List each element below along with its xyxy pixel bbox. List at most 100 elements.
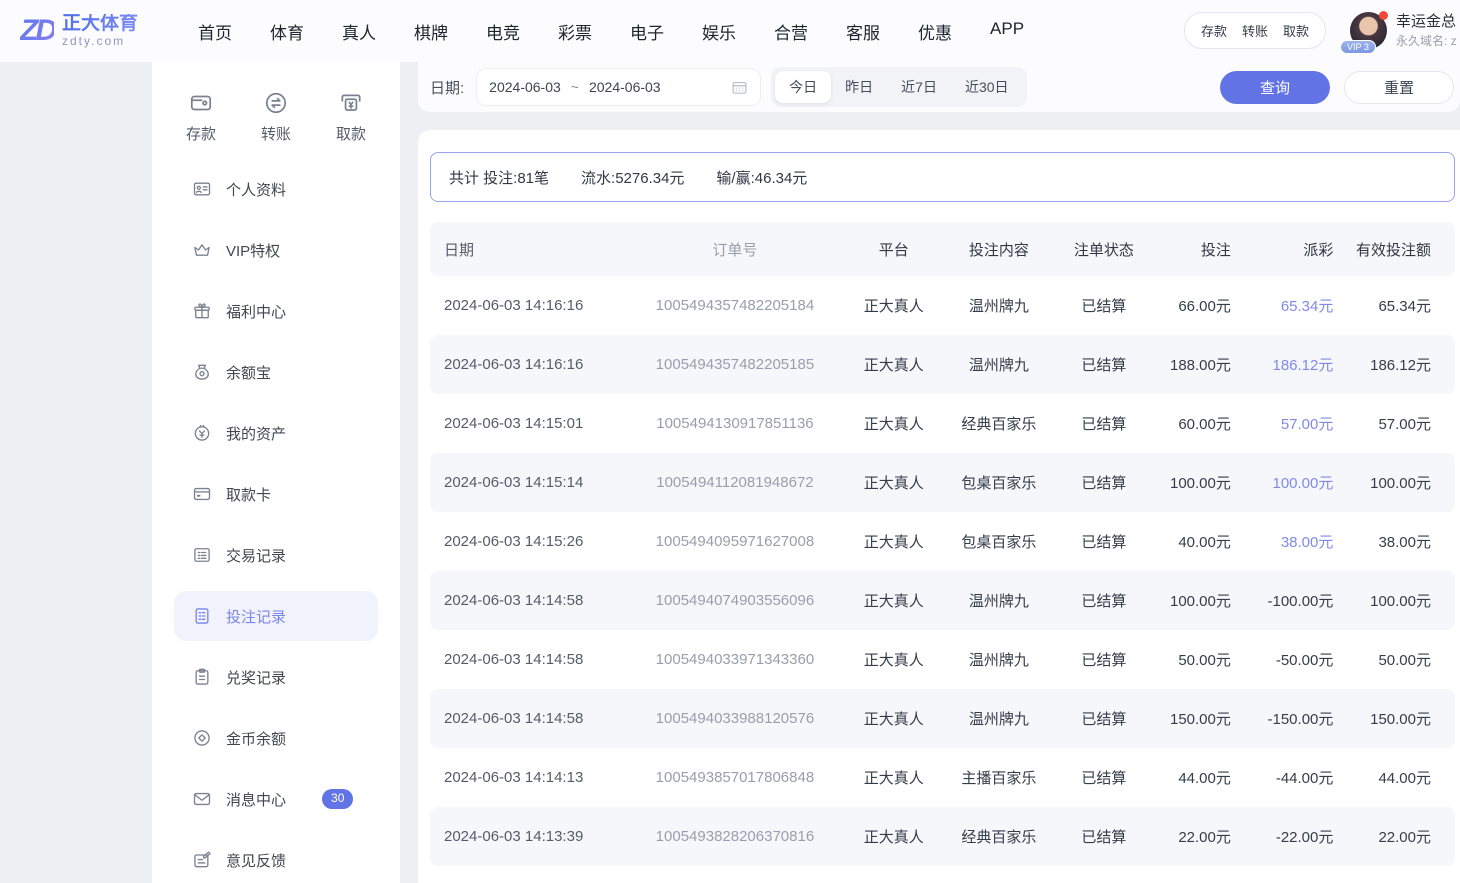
cell-order: 1005494033971343360 bbox=[625, 630, 845, 689]
nav-service[interactable]: 客服 bbox=[846, 19, 880, 44]
cell-content: 温州牌九 bbox=[943, 630, 1056, 689]
cell-payout[interactable]: 186.12元 bbox=[1245, 335, 1348, 394]
cell-date: 2024-06-03 14:15:01 bbox=[430, 394, 625, 453]
user-block[interactable]: VIP 3 幸运金总 永久域名: z bbox=[1350, 11, 1460, 50]
pill-withdraw-button[interactable]: 取款 bbox=[1283, 21, 1309, 40]
wallet-pill: 存款 转账 取款 bbox=[1184, 12, 1326, 49]
cell-order: 1005493828206370816 bbox=[625, 807, 845, 866]
cell-content: 经典百家乐 bbox=[943, 807, 1056, 866]
quick-last7-button[interactable]: 近7日 bbox=[887, 71, 951, 103]
cell-date: 2024-06-03 14:14:58 bbox=[430, 571, 625, 630]
cell-bet: 60.00元 bbox=[1153, 394, 1245, 453]
cell-bet: 50.00元 bbox=[1153, 630, 1245, 689]
sidebar-item-feedback[interactable]: 意见反馈 bbox=[174, 835, 378, 883]
cell-bet: 40.00元 bbox=[1153, 512, 1245, 571]
coin-icon bbox=[192, 728, 212, 748]
cell-platform: 正大真人 bbox=[845, 689, 942, 748]
cell-platform: 正大真人 bbox=[845, 394, 942, 453]
cell-content: 温州牌九 bbox=[943, 571, 1056, 630]
sidebar-item-profile[interactable]: 个人资料 bbox=[174, 164, 378, 214]
cell-payout[interactable]: 100.00元 bbox=[1245, 453, 1348, 512]
cell-order: 1005494033988120576 bbox=[625, 689, 845, 748]
search-button[interactable]: 查询 bbox=[1220, 71, 1330, 104]
cell-payout[interactable]: 38.00元 bbox=[1245, 512, 1348, 571]
sidebar-item-welfare[interactable]: 福利中心 bbox=[174, 286, 378, 336]
nav-app[interactable]: APP bbox=[990, 19, 1024, 44]
notification-dot bbox=[1379, 11, 1388, 20]
page-layout: 存款 转账 取款 个人资料 VIP特权 bbox=[0, 62, 1460, 883]
cell-valid: 186.12元 bbox=[1347, 335, 1455, 394]
date-range-input[interactable]: 2024-06-03 ~ 2024-06-03 bbox=[476, 68, 761, 106]
cell-platform: 正大真人 bbox=[845, 807, 942, 866]
table-row: 2024-06-03 14:15:011005494130917851136正大… bbox=[430, 394, 1455, 453]
cell-date: 2024-06-03 14:15:14 bbox=[430, 453, 625, 512]
gift-icon bbox=[192, 301, 212, 321]
nav-sports[interactable]: 体育 bbox=[270, 19, 304, 44]
table-header-row: 日期 订单号 平台 投注内容 注单状态 投注 派彩 有效投注额 bbox=[430, 222, 1455, 276]
cell-order: 1005494095971627008 bbox=[625, 512, 845, 571]
sidebar-item-bet-records[interactable]: 投注记录 bbox=[174, 591, 378, 641]
permanent-domain-note: 永久域名: z bbox=[1396, 33, 1457, 50]
header-platform: 平台 bbox=[845, 222, 942, 276]
sidebar-transfer-button[interactable]: 转账 bbox=[261, 90, 291, 144]
reset-button[interactable]: 重置 bbox=[1344, 71, 1454, 104]
calendar-icon[interactable] bbox=[731, 79, 748, 96]
date-label: 日期: bbox=[430, 77, 464, 98]
sidebar-item-messages[interactable]: 消息中心 30 bbox=[174, 774, 378, 824]
cell-valid: 100.00元 bbox=[1347, 453, 1455, 512]
sidebar-item-withdraw-card[interactable]: 取款卡 bbox=[174, 469, 378, 519]
cell-status: 已结算 bbox=[1055, 394, 1152, 453]
summary-winloss: 输/赢:46.34元 bbox=[716, 167, 807, 188]
cell-bet: 188.00元 bbox=[1153, 335, 1245, 394]
cell-order: 1005494112081948672 bbox=[625, 453, 845, 512]
sidebar-quick-actions: 存款 转账 取款 bbox=[174, 90, 378, 144]
nav-home[interactable]: 首页 bbox=[198, 19, 232, 44]
pill-transfer-button[interactable]: 转账 bbox=[1242, 21, 1268, 40]
sidebar-deposit-button[interactable]: 存款 bbox=[186, 90, 216, 144]
sidebar-item-redeem-records[interactable]: 兑奖记录 bbox=[174, 652, 378, 702]
cell-valid: 100.00元 bbox=[1347, 571, 1455, 630]
cell-payout[interactable]: 65.34元 bbox=[1245, 276, 1348, 335]
nav-slots[interactable]: 电子 bbox=[630, 19, 664, 44]
user-name: 幸运金总 bbox=[1396, 11, 1457, 33]
sidebar-item-assets[interactable]: 我的资产 bbox=[174, 408, 378, 458]
cell-platform: 正大真人 bbox=[845, 512, 942, 571]
cell-payout: -22.00元 bbox=[1245, 807, 1348, 866]
cell-payout: -50.00元 bbox=[1245, 630, 1348, 689]
nav-live[interactable]: 真人 bbox=[342, 19, 376, 44]
nav-promo[interactable]: 优惠 bbox=[918, 19, 952, 44]
sidebar-item-yuebao[interactable]: 余额宝 bbox=[174, 347, 378, 397]
brand-logo[interactable]: ZD 正大体育 zdty.com bbox=[20, 14, 138, 48]
sidebar-item-vip[interactable]: VIP特权 bbox=[174, 225, 378, 275]
cell-status: 已结算 bbox=[1055, 630, 1152, 689]
cell-payout[interactable]: 57.00元 bbox=[1245, 394, 1348, 453]
sidebar-main-gap bbox=[400, 62, 418, 883]
cell-content: 温州牌九 bbox=[943, 335, 1056, 394]
cell-valid: 150.00元 bbox=[1347, 689, 1455, 748]
sidebar-item-transactions[interactable]: 交易记录 bbox=[174, 530, 378, 580]
date-to-value: 2024-06-03 bbox=[589, 79, 661, 95]
header-valid: 有效投注额 bbox=[1347, 222, 1455, 276]
nav-boardgames[interactable]: 棋牌 bbox=[414, 19, 448, 44]
cell-status: 已结算 bbox=[1055, 335, 1152, 394]
cell-valid: 22.00元 bbox=[1347, 807, 1455, 866]
sidebar-item-coin-balance[interactable]: 金币余额 bbox=[174, 713, 378, 763]
nav-lottery[interactable]: 彩票 bbox=[558, 19, 592, 44]
cell-status: 已结算 bbox=[1055, 807, 1152, 866]
quick-last30-button[interactable]: 近30日 bbox=[951, 71, 1023, 103]
quick-today-button[interactable]: 今日 bbox=[775, 71, 831, 103]
cell-bet: 100.00元 bbox=[1153, 453, 1245, 512]
feedback-icon bbox=[192, 850, 212, 870]
nav-partner[interactable]: 合营 bbox=[774, 19, 808, 44]
quick-yesterday-button[interactable]: 昨日 bbox=[831, 71, 887, 103]
sidebar-withdraw-button[interactable]: 取款 bbox=[336, 90, 366, 144]
cell-bet: 22.00元 bbox=[1153, 807, 1245, 866]
pill-deposit-button[interactable]: 存款 bbox=[1201, 21, 1227, 40]
cell-content: 包桌百家乐 bbox=[943, 453, 1056, 512]
cell-valid: 38.00元 bbox=[1347, 512, 1455, 571]
header-payout: 派彩 bbox=[1245, 222, 1348, 276]
cell-platform: 正大真人 bbox=[845, 571, 942, 630]
cell-bet: 100.00元 bbox=[1153, 571, 1245, 630]
nav-entertainment[interactable]: 娱乐 bbox=[702, 19, 736, 44]
nav-esports[interactable]: 电竞 bbox=[486, 19, 520, 44]
